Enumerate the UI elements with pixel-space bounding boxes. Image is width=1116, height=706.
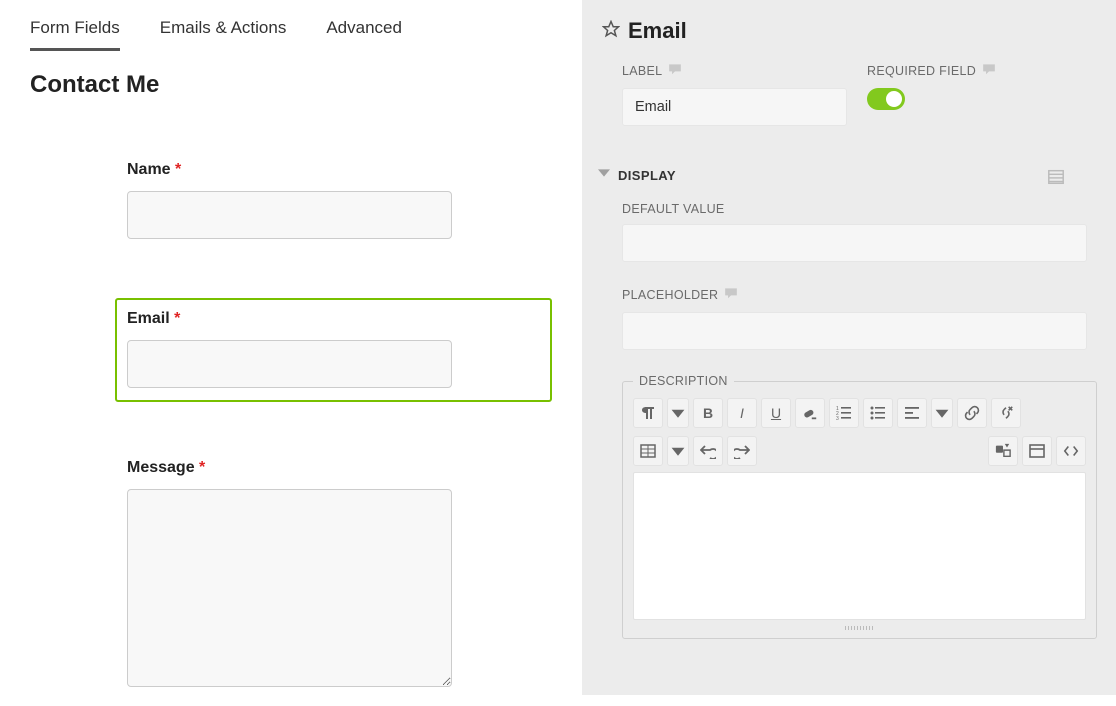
display-section-head[interactable]: DISPLAY bbox=[592, 166, 1097, 184]
display-block: DEFAULT VALUE PLACEHOLDER DESCRIPTION B … bbox=[592, 202, 1097, 639]
field-settings-pane: Email LABEL REQUIRED FIELD DISPLAY DEFAU… bbox=[582, 0, 1116, 695]
favorite-icon[interactable] bbox=[602, 20, 620, 43]
insert-media-button[interactable] bbox=[988, 436, 1018, 466]
required-heading: REQUIRED FIELD bbox=[867, 64, 976, 78]
field-email-label: Email * bbox=[127, 310, 540, 328]
label-col: LABEL bbox=[622, 62, 847, 126]
description-legend: DESCRIPTION bbox=[633, 374, 734, 388]
help-icon[interactable] bbox=[668, 62, 682, 80]
label-input[interactable] bbox=[622, 88, 847, 126]
svg-text:3: 3 bbox=[836, 416, 839, 421]
field-message[interactable]: Message * bbox=[115, 447, 552, 706]
placeholder-input[interactable] bbox=[622, 312, 1087, 350]
field-email[interactable]: Email * bbox=[115, 298, 552, 402]
unordered-list-button[interactable] bbox=[863, 398, 893, 428]
ordered-list-button[interactable]: 123 bbox=[829, 398, 859, 428]
description-editor[interactable] bbox=[633, 472, 1086, 620]
merge-tag-icon[interactable] bbox=[1047, 168, 1067, 188]
paragraph-format-dropdown[interactable] bbox=[667, 398, 689, 428]
panel-title: Email bbox=[628, 18, 687, 44]
tab-emails-actions[interactable]: Emails & Actions bbox=[160, 18, 287, 51]
field-message-label: Message * bbox=[127, 459, 540, 477]
link-button[interactable] bbox=[957, 398, 987, 428]
bold-button[interactable]: B bbox=[693, 398, 723, 428]
field-email-input[interactable] bbox=[127, 340, 452, 388]
field-name-label: Name * bbox=[127, 161, 540, 179]
description-fieldset: DESCRIPTION B I U 123 bbox=[622, 374, 1097, 639]
editor-toolbar: B I U 123 bbox=[633, 398, 1086, 466]
tabs: Form Fields Emails & Actions Advanced bbox=[30, 10, 552, 51]
paragraph-format-button[interactable] bbox=[633, 398, 663, 428]
required-toggle[interactable] bbox=[867, 88, 905, 110]
label-heading: LABEL bbox=[622, 64, 662, 78]
tab-form-fields[interactable]: Form Fields bbox=[30, 18, 120, 51]
table-dropdown[interactable] bbox=[667, 436, 689, 466]
undo-button[interactable] bbox=[693, 436, 723, 466]
field-message-label-text: Message bbox=[127, 459, 195, 476]
help-icon[interactable] bbox=[982, 62, 996, 80]
form-preview: Name * Email * Message * bbox=[30, 99, 552, 706]
underline-button[interactable]: U bbox=[761, 398, 791, 428]
label-required-row: LABEL REQUIRED FIELD bbox=[592, 62, 1097, 126]
field-name[interactable]: Name * bbox=[115, 149, 552, 253]
required-mark: * bbox=[175, 161, 181, 178]
tab-advanced[interactable]: Advanced bbox=[326, 18, 402, 51]
default-value-input[interactable] bbox=[622, 224, 1087, 262]
required-mark: * bbox=[199, 459, 205, 476]
code-view-button[interactable] bbox=[1056, 436, 1086, 466]
required-col: REQUIRED FIELD bbox=[867, 62, 996, 110]
field-email-label-text: Email bbox=[127, 310, 170, 327]
placeholder-heading: PLACEHOLDER bbox=[622, 288, 718, 302]
panel-header: Email bbox=[592, 18, 1097, 44]
fullscreen-button[interactable] bbox=[1022, 436, 1052, 466]
resize-gripper[interactable] bbox=[845, 626, 875, 630]
required-mark: * bbox=[174, 310, 180, 327]
table-button[interactable] bbox=[633, 436, 663, 466]
align-dropdown[interactable] bbox=[931, 398, 953, 428]
field-name-label-text: Name bbox=[127, 161, 171, 178]
display-section-title: DISPLAY bbox=[618, 168, 676, 183]
chevron-down-icon bbox=[598, 166, 610, 184]
clear-formatting-button[interactable] bbox=[795, 398, 825, 428]
field-message-textarea[interactable] bbox=[127, 489, 452, 687]
form-title[interactable]: Contact Me bbox=[30, 71, 552, 99]
align-button[interactable] bbox=[897, 398, 927, 428]
redo-button[interactable] bbox=[727, 436, 757, 466]
italic-button[interactable]: I bbox=[727, 398, 757, 428]
form-builder-pane: Form Fields Emails & Actions Advanced Co… bbox=[0, 0, 582, 695]
unlink-button[interactable] bbox=[991, 398, 1021, 428]
help-icon[interactable] bbox=[724, 286, 738, 304]
default-value-heading: DEFAULT VALUE bbox=[622, 202, 725, 216]
field-name-input[interactable] bbox=[127, 191, 452, 239]
